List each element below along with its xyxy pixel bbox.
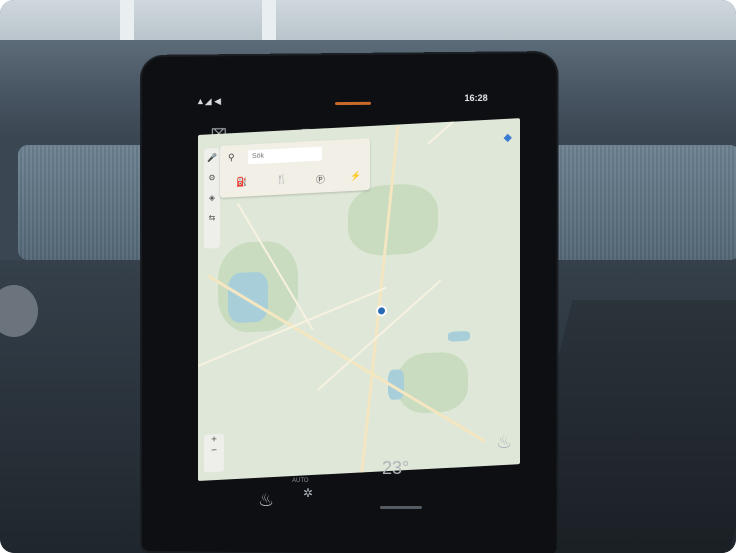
fan-icon[interactable]: ✲ [303, 486, 313, 500]
drag-handle[interactable] [335, 101, 372, 106]
map-water [448, 330, 470, 342]
mic-icon[interactable]: 🎤 [204, 148, 220, 169]
map-road [427, 118, 506, 145]
map-side-controls: 🎤 ⚙ ◈ ⇆ [204, 147, 220, 249]
search-input[interactable]: Sök [248, 146, 322, 165]
navigation-map[interactable]: 🎤 ⚙ ◈ ⇆ ⚲ Sök ⛽ 🍴 Ⓟ ⚡ ◆ + − [198, 118, 520, 481]
search-panel: ⚲ Sök ⛽ 🍴 Ⓟ ⚡ [220, 137, 370, 198]
home-bar[interactable] [380, 506, 422, 509]
pin-icon: ⚲ [228, 152, 235, 163]
fan-label: AUTO [292, 478, 309, 484]
map-park [348, 182, 438, 258]
route-icon[interactable]: ⇆ [204, 208, 220, 229]
clock: 16:28 [464, 92, 488, 104]
right-vent [530, 145, 736, 260]
parking-icon[interactable]: Ⓟ [316, 172, 325, 185]
status-indicators: ▲◢ ◀ [195, 96, 221, 107]
zoom-controls: + − [204, 433, 224, 473]
map-park [398, 350, 468, 415]
charging-icon[interactable]: ⚡ [350, 170, 361, 182]
compass-icon[interactable]: ◆ [504, 131, 512, 144]
photo-frame: ▲◢ ◀ 16:28 ⌧ ⛟ ▦ ⌂ 🎤 ⚙ ◈ ⇆ ⚲ Sök ⛽ 🍴 [0, 0, 736, 553]
temperature-display[interactable]: 23° [382, 458, 409, 479]
layers-icon[interactable]: ◈ [204, 188, 220, 209]
food-icon[interactable]: 🍴 [276, 174, 287, 186]
zoom-out-button[interactable]: − [204, 445, 224, 457]
seat-heat-left-icon[interactable]: ♨ [258, 490, 274, 511]
seat-heat-right-icon[interactable]: ♨ [496, 432, 512, 453]
fuel-icon[interactable]: ⛽ [236, 176, 247, 188]
current-location-marker [376, 305, 387, 317]
settings-icon[interactable]: ⚙ [204, 168, 220, 189]
